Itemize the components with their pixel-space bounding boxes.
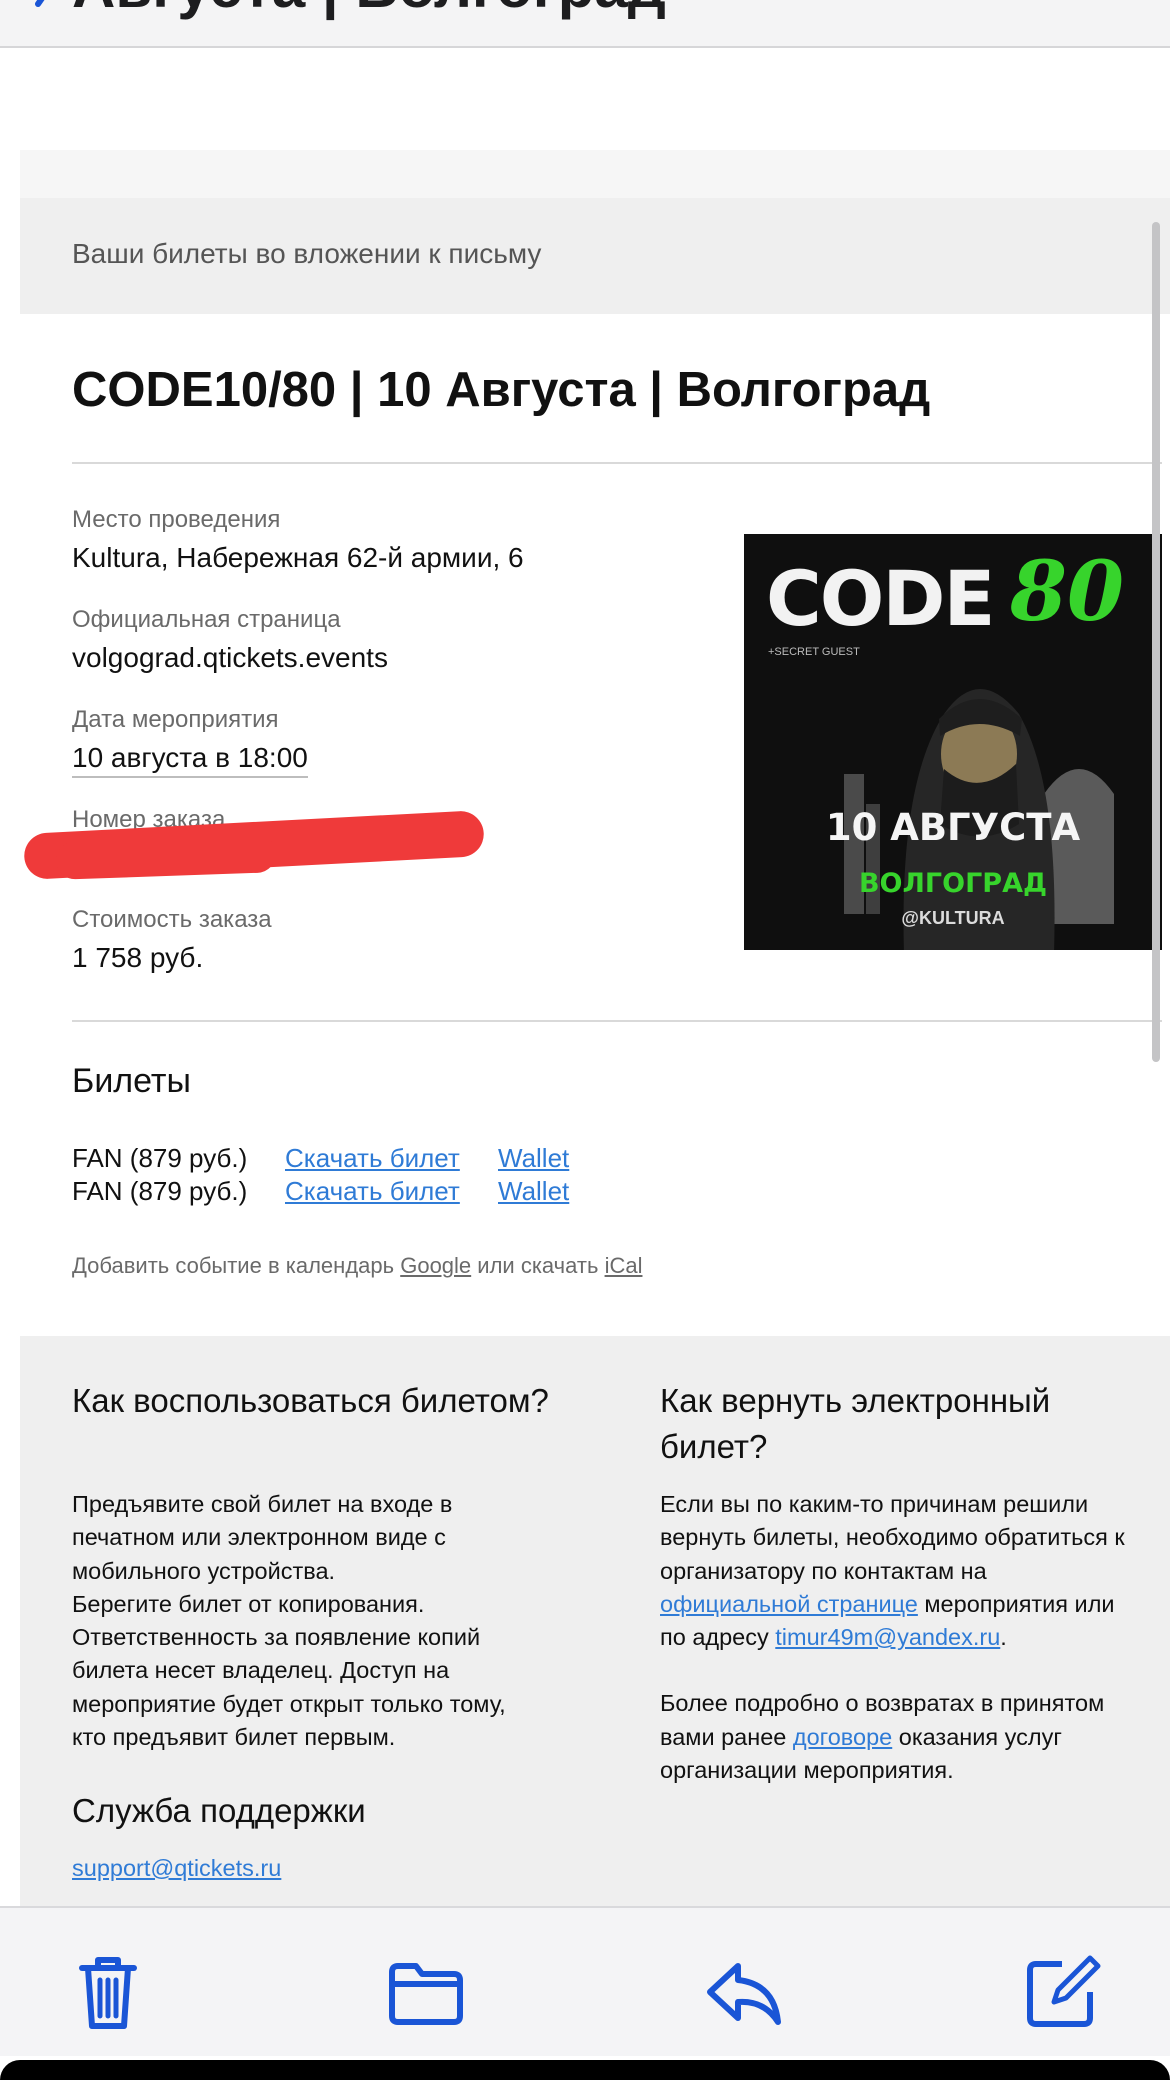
text-fragment: по адресу — [660, 1624, 776, 1651]
event-date-value[interactable]: 10 августа в 18:00 — [72, 742, 308, 778]
text-line: мобильного устройства. — [72, 1557, 336, 1584]
text-fragment: мероприятия или — [917, 1590, 1115, 1617]
official-page-label: Официальная страница — [72, 606, 341, 633]
download-ticket-link[interactable]: Скачать билет — [285, 1143, 460, 1174]
bottom-toolbar — [0, 1906, 1170, 2056]
text-line: вами ранее договоре оказания услуг — [660, 1721, 1160, 1754]
ticket-row: FAN (879 руб.) Скачать билет Wallet — [72, 1176, 772, 1208]
ticket-name: FAN (879 руб.) — [72, 1143, 248, 1173]
navigation-bar: Августа | Волгоград — [0, 0, 1170, 48]
text-line: вернуть билеты, необходимо обратиться к — [660, 1524, 1125, 1551]
attachment-notice: Ваши билеты во вложении к письму — [72, 238, 542, 269]
organizer-email-link[interactable]: timur49m@yandex.ru — [775, 1624, 1000, 1650]
ticket-row: FAN (879 руб.) Скачать билет Wallet — [72, 1143, 772, 1175]
text-line: Более подробно о возвратах в принятом — [660, 1690, 1105, 1717]
how-to-use-heading: Как воспользоваться билетом? — [72, 1382, 549, 1419]
contract-link[interactable]: договоре — [793, 1724, 892, 1750]
order-cost-value: 1 758 руб. — [72, 942, 204, 973]
scrollbar[interactable] — [1152, 222, 1160, 1062]
text-line: печатном или электронном виде с — [72, 1524, 446, 1551]
poster-artist-figure — [844, 689, 1114, 950]
folder-icon[interactable] — [384, 1950, 468, 2034]
text-line: организации мероприятия. — [660, 1757, 954, 1784]
venue-value: Kultura, Набережная 62-й армии, 6 — [72, 542, 524, 573]
refund-text: Если вы по каким-то причинам решили верн… — [660, 1488, 1160, 1787]
text-line: билета несет владелец. Доступ на — [72, 1657, 450, 1684]
trash-icon[interactable] — [66, 1950, 150, 2034]
calendar-middle: или скачать — [477, 1253, 599, 1278]
event-poster: CODE 80 +SECRET GUEST 10 АВГУСТА ВОЛГОГР… — [744, 534, 1162, 950]
home-indicator-area — [0, 2060, 1170, 2080]
text-line: кто предъявит билет первым. — [72, 1724, 396, 1751]
ical-link[interactable]: iCal — [605, 1253, 643, 1278]
refund-heading: Как вернуть электронный билет? — [660, 1382, 1051, 1465]
calendar-prefix: Добавить событие в календарь — [72, 1253, 395, 1278]
text-line: организатору по контактам на — [660, 1557, 987, 1584]
poster-date-text: 10 АВГУСТА — [825, 806, 1081, 849]
support-heading: Служба поддержки — [72, 1792, 366, 1829]
event-date-label: Дата мероприятия — [72, 706, 279, 733]
download-ticket-link[interactable]: Скачать билет — [285, 1176, 460, 1207]
compose-icon[interactable] — [1020, 1950, 1104, 2034]
poster-number-text: 80 — [1010, 544, 1125, 640]
venue-label: Место проведения — [72, 506, 281, 533]
email-header-strip — [20, 150, 1170, 200]
wallet-link[interactable]: Wallet — [498, 1176, 569, 1207]
redaction-mark — [55, 834, 277, 880]
order-cost-label: Стоимость заказа — [72, 906, 272, 933]
text-fragment: вами ранее — [660, 1723, 793, 1750]
reply-icon[interactable] — [702, 1950, 786, 2034]
how-to-use-text: Предъявите свой билет на входе в печатно… — [72, 1488, 632, 1754]
text-line: официальной странице мероприятия или — [660, 1588, 1160, 1621]
poster-venue-text: @KULTURA — [901, 908, 1005, 928]
text-line: по адресу timur49m@yandex.ru. — [660, 1621, 1160, 1654]
text-fragment: оказания услуг — [892, 1723, 1062, 1750]
official-page-link[interactable]: официальной странице — [660, 1591, 918, 1617]
tickets-heading: Билеты — [72, 1062, 191, 1100]
official-page-value[interactable]: volgograd.qtickets.events — [72, 642, 388, 674]
calendar-line: Добавить событие в календарь Google или … — [72, 1253, 642, 1279]
poster-code-text: CODE — [766, 554, 995, 643]
google-calendar-link[interactable]: Google — [400, 1253, 471, 1278]
wallet-link[interactable]: Wallet — [498, 1143, 569, 1174]
text-line: Ответственность за появление копий — [72, 1624, 481, 1651]
event-title: CODE10/80 | 10 Августа | Волгоград — [72, 363, 931, 417]
ticket-name: FAN (879 руб.) — [72, 1176, 248, 1206]
poster-guest-text: +SECRET GUEST — [768, 646, 860, 658]
text-fragment: . — [1000, 1624, 1007, 1651]
divider — [72, 1020, 1162, 1022]
text-line: Если вы по каким-то причинам решили — [660, 1491, 1089, 1517]
poster-city-text: ВОЛГОГРАД — [858, 868, 1048, 899]
text-line: Предъявите свой билет на входе в — [72, 1491, 453, 1517]
text-line: мероприятие будет открыт только тому, — [72, 1690, 506, 1717]
support-email-link[interactable]: support@qtickets.ru — [72, 1852, 281, 1885]
text-line: Берегите билет от копирования. — [72, 1590, 425, 1617]
scrolled-title: Августа | Волгоград — [72, 0, 666, 21]
divider — [72, 462, 1162, 464]
